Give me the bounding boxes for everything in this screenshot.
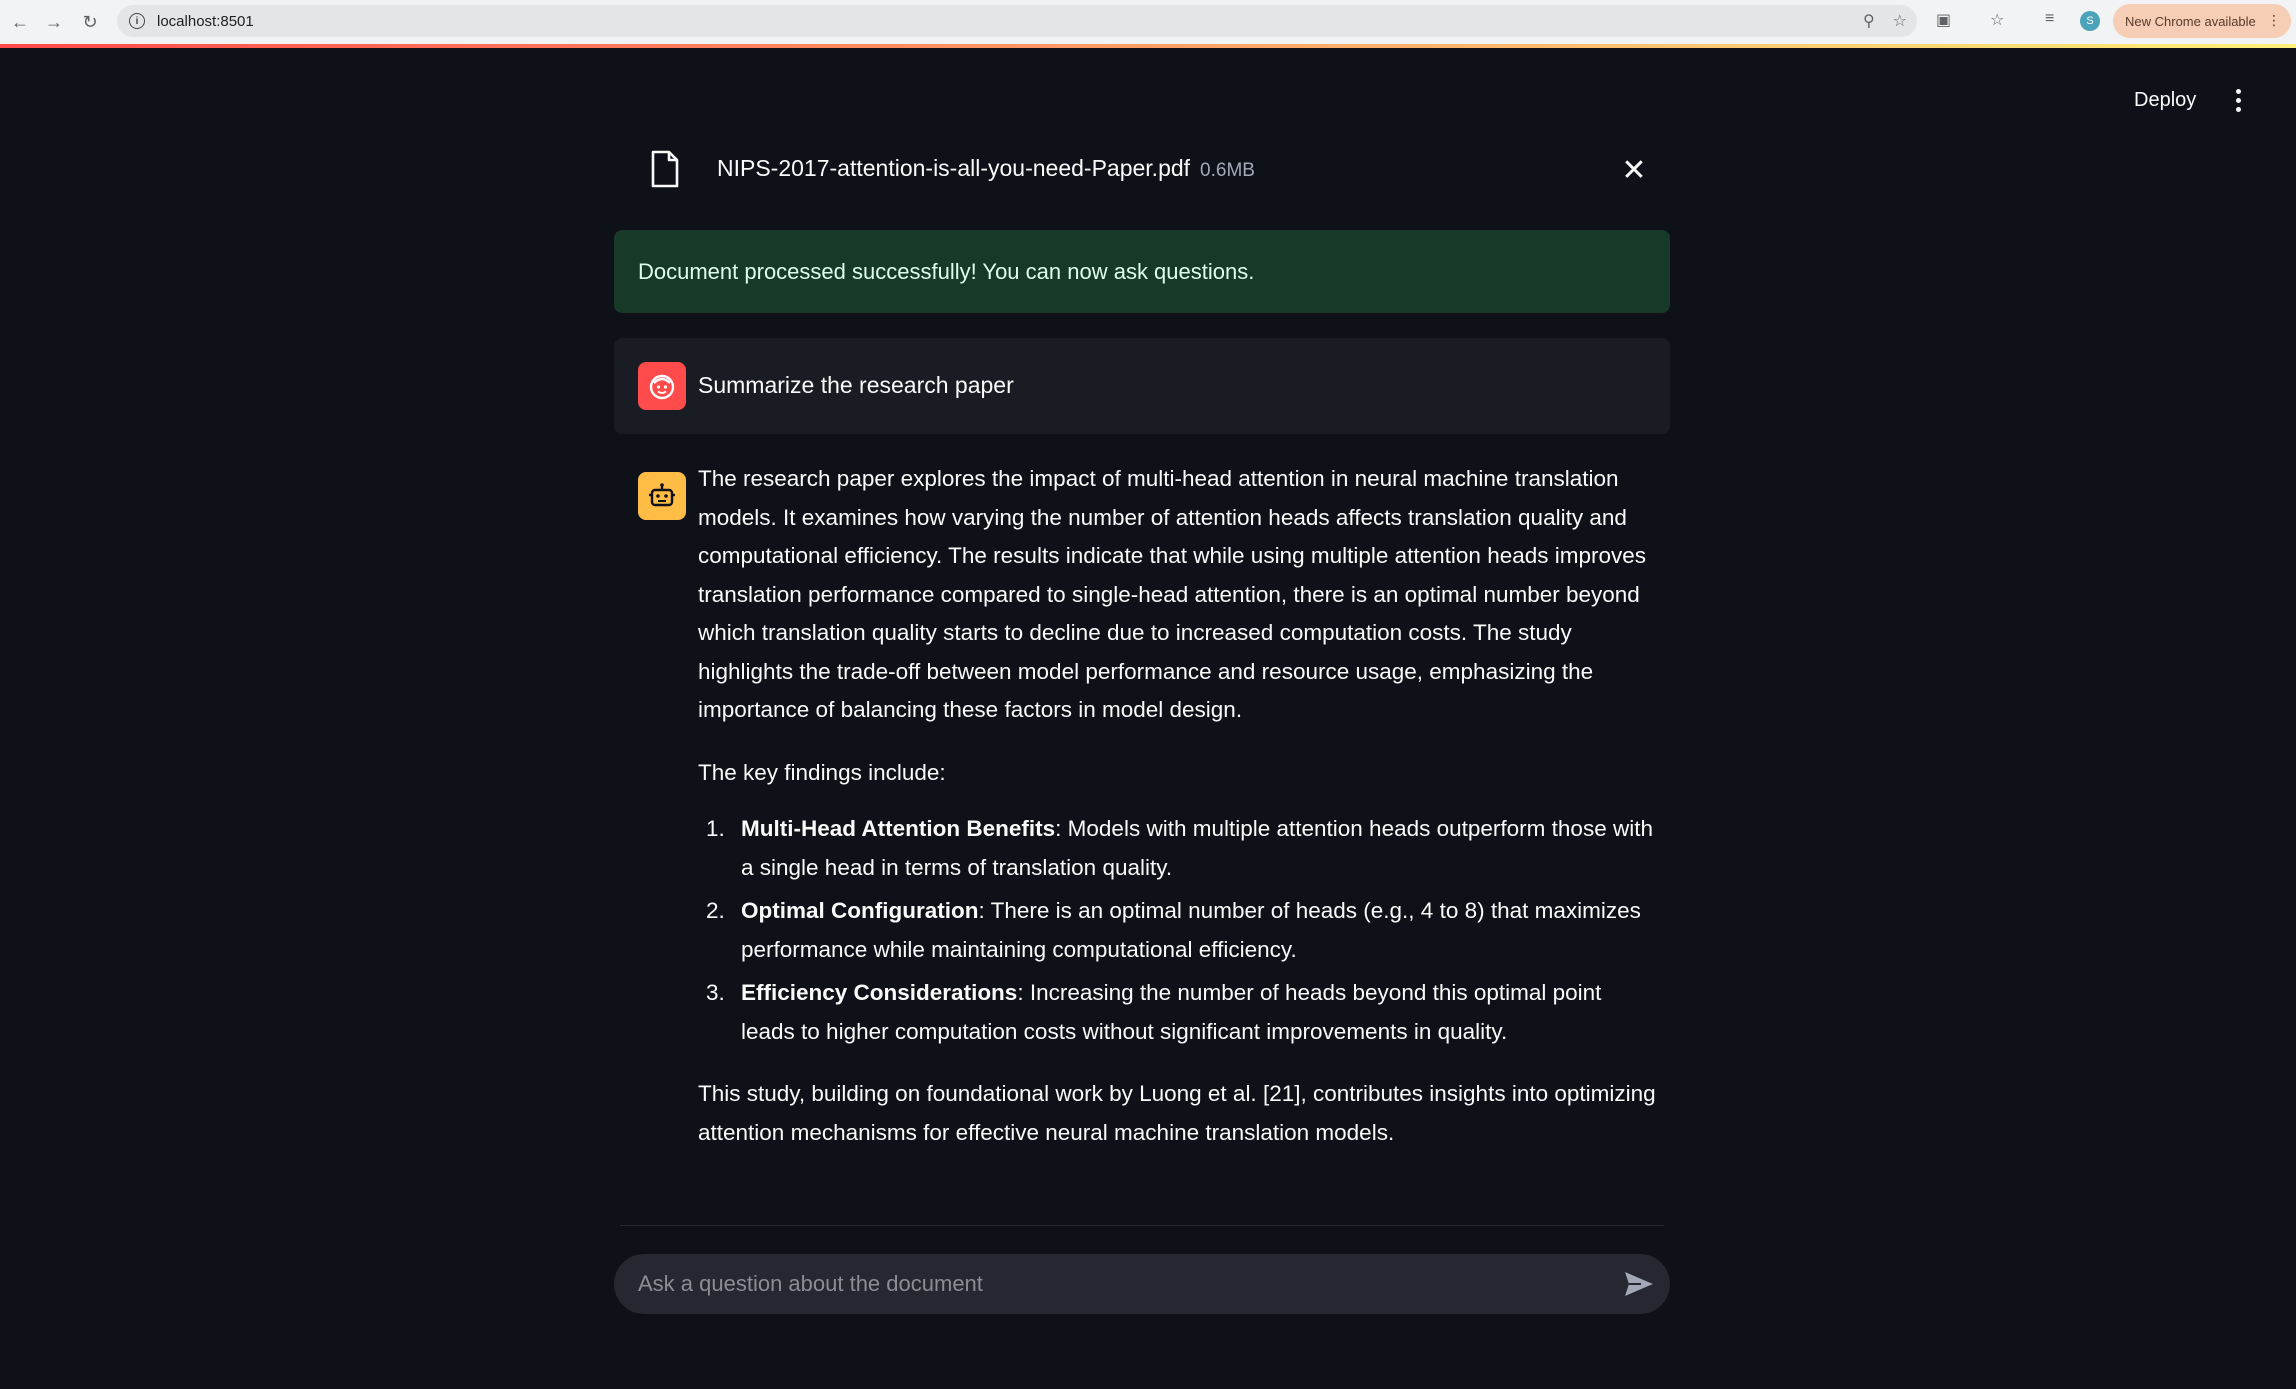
bot-avatar-icon — [638, 472, 686, 520]
address-bar[interactable]: i localhost:8501 ⚲ ☆ — [117, 5, 1917, 37]
finding-title: Multi-Head Attention Benefits — [741, 816, 1056, 841]
assistant-message-body: The research paper explores the impact o… — [698, 460, 1658, 1176]
list-item: 1. Multi-Head Attention Benefits: Models … — [698, 810, 1658, 887]
star-icon[interactable]: ☆ — [1893, 11, 1907, 31]
list-number: 2. — [706, 898, 725, 923]
success-alert: Document processed successfully! You can… — [614, 230, 1670, 313]
zoom-icon[interactable]: ⚲ — [1863, 11, 1875, 31]
chat-input[interactable] — [638, 1271, 1598, 1297]
chrome-menu-icon[interactable]: ⋮ — [2267, 12, 2281, 29]
deploy-button[interactable]: Deploy — [2118, 82, 2212, 118]
user-message-text: Summarize the research paper — [698, 372, 1014, 398]
close-icon[interactable]: ✕ — [1618, 154, 1650, 187]
user-message: Summarize the research paper — [614, 338, 1670, 434]
finding-title: Efficiency Considerations — [741, 980, 1018, 1005]
main-column: NIPS-2017-attention-is-all-you-need-Pape… — [614, 130, 1670, 1145]
reload-icon[interactable]: ↻ — [72, 4, 108, 40]
list-item: 2. Optimal Configuration: There is an opt… — [698, 892, 1658, 969]
header-decoration — [0, 44, 2296, 48]
finding-title: Optimal Configuration — [741, 898, 979, 923]
findings-list: 1. Multi-Head Attention Benefits: Models … — [698, 810, 1658, 1051]
uploaded-file: NIPS-2017-attention-is-all-you-need-Pape… — [614, 130, 1670, 210]
send-icon[interactable] — [1622, 1268, 1656, 1300]
assistant-intro: The research paper explores the impact o… — [698, 466, 1647, 722]
user-avatar-icon — [638, 362, 686, 410]
list-item: 3. Efficiency Considerations: Increasing … — [698, 974, 1658, 1051]
browser-toolbar: ← → ↻ i localhost:8501 ⚲ ☆ ▣ ☆ ≡ S New C… — [0, 0, 2296, 44]
list-number: 1. — [706, 816, 725, 841]
success-message: Document processed successfully! You can… — [638, 258, 1255, 284]
kebab-menu-icon[interactable] — [2226, 84, 2250, 116]
info-icon[interactable]: i — [129, 13, 145, 29]
extensions-icon[interactable]: ▣ — [1936, 10, 1951, 30]
assistant-conclusion: This study, building on foundational wor… — [698, 1081, 1656, 1145]
profile-avatar[interactable]: S — [2080, 11, 2100, 31]
chat-input-container — [614, 1254, 1670, 1314]
reading-list-icon[interactable]: ≡ — [2045, 10, 2054, 28]
forward-icon[interactable]: → — [36, 4, 72, 40]
chrome-update-button[interactable]: New Chrome available ⋮ — [2113, 4, 2291, 38]
bookmark-icon[interactable]: ☆ — [1990, 10, 2004, 30]
findings-heading: The key findings include: — [698, 759, 946, 785]
file-name-text: NIPS-2017-attention-is-all-you-need-Pape… — [717, 155, 1191, 181]
file-icon — [651, 150, 679, 188]
url-text: localhost:8501 — [157, 12, 254, 30]
file-size: 0.6MB — [1200, 160, 1255, 181]
file-name: NIPS-2017-attention-is-all-you-need-Pape… — [717, 155, 1255, 182]
back-icon[interactable]: ← — [2, 4, 38, 40]
update-label: New Chrome available — [2125, 13, 2256, 29]
divider — [620, 1225, 1664, 1226]
list-number: 3. — [706, 980, 725, 1005]
